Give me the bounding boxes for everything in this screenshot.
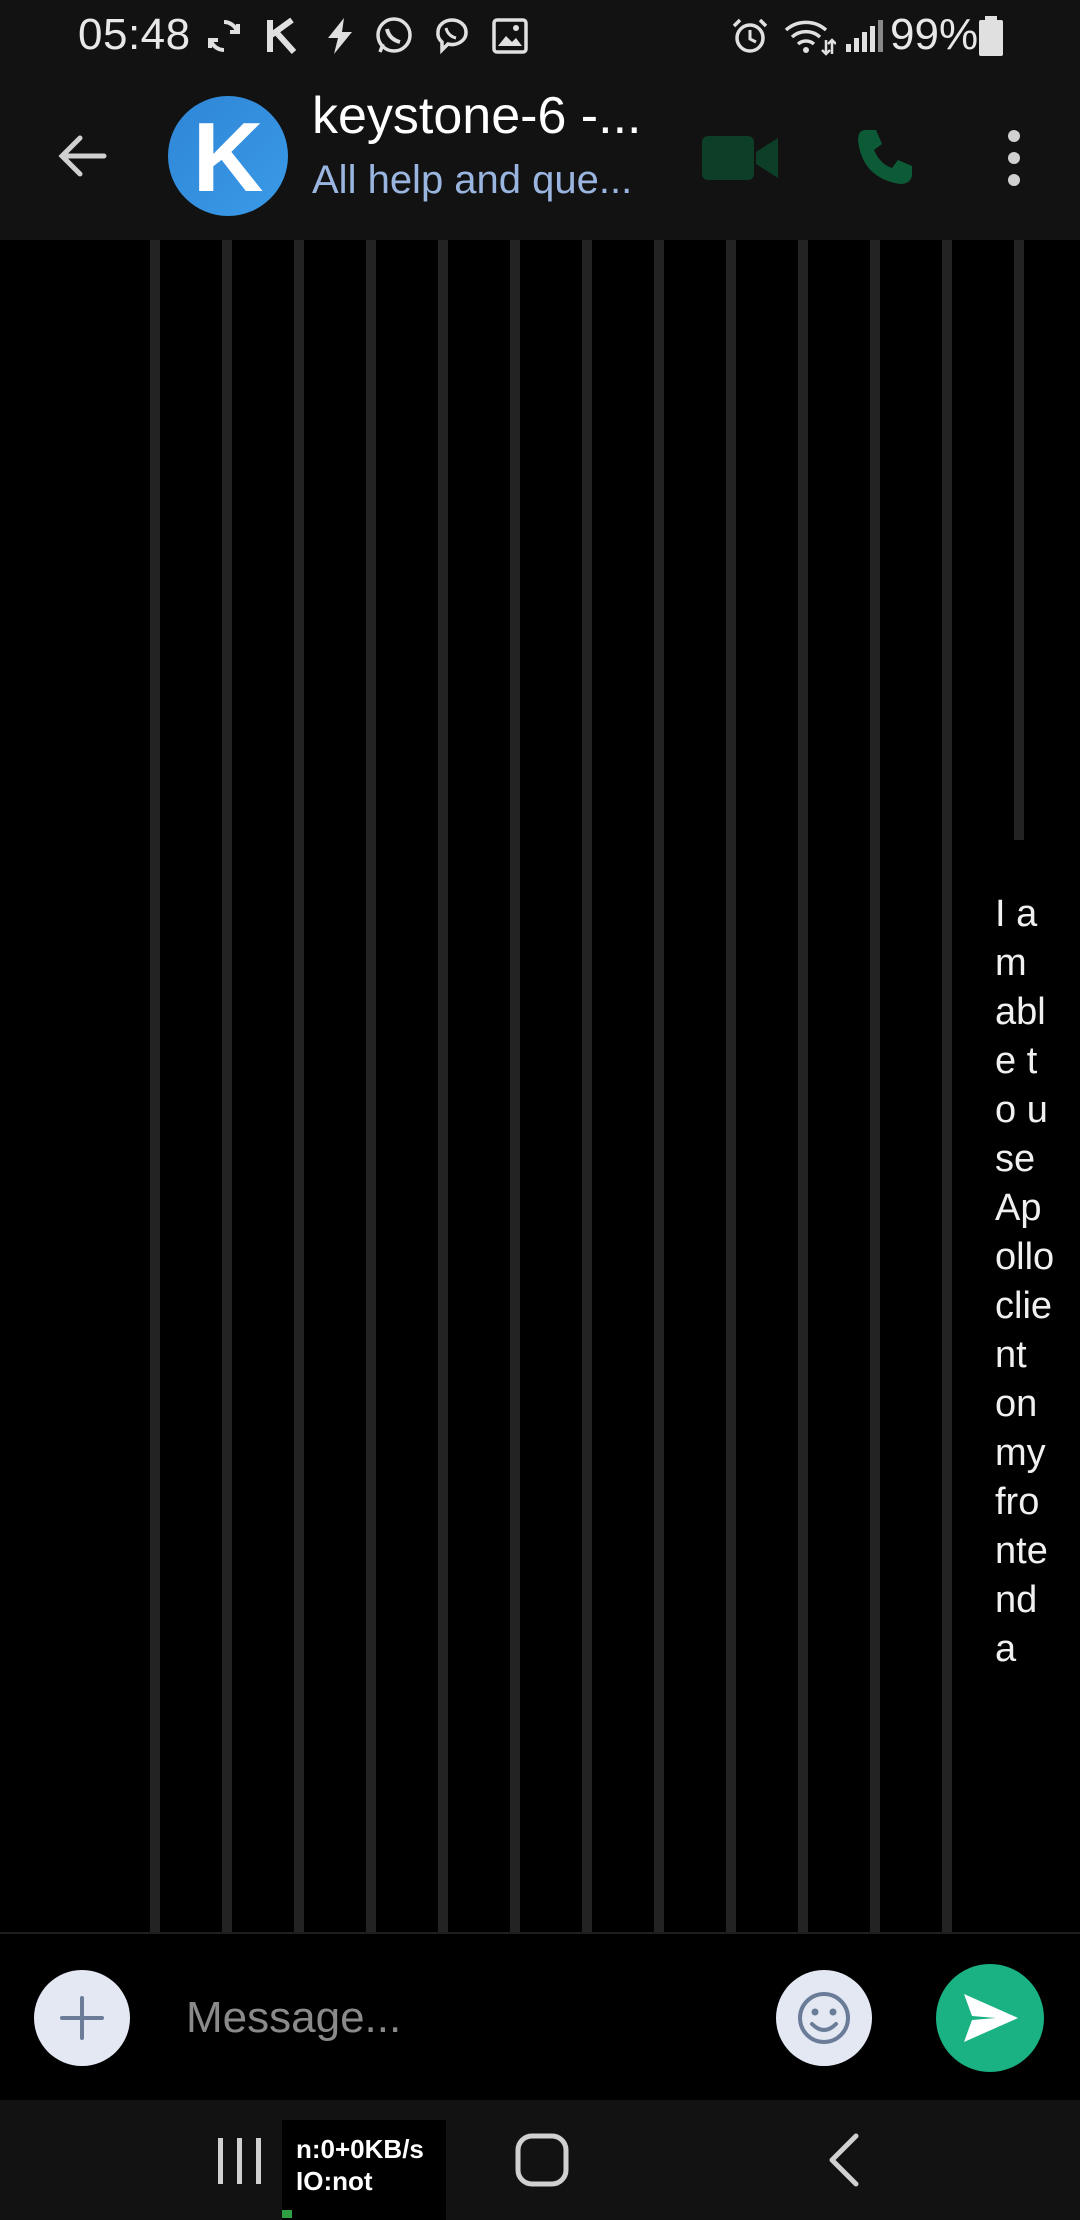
status-time: 05:48 (78, 10, 191, 59)
emoji-button[interactable] (776, 1970, 872, 2066)
message-column (1014, 240, 1024, 840)
back-icon[interactable] (824, 2132, 864, 2188)
avatar[interactable]: K (168, 96, 288, 216)
home-icon[interactable] (514, 2132, 570, 2188)
alarm-icon (732, 18, 768, 53)
whatsapp-icon (376, 17, 412, 53)
gallery-icon (492, 18, 528, 54)
message-column (582, 240, 592, 1932)
more-vert-icon[interactable] (996, 128, 1032, 188)
message-column (150, 240, 160, 1932)
net-speed-overlay: n:0+0KB/s IO:not (282, 2120, 446, 2220)
message-column (510, 240, 520, 1932)
add-attachment-button[interactable] (34, 1970, 130, 2066)
system-nav-bar: n:0+0KB/s IO:not (0, 2100, 1080, 2220)
signal-icon (846, 20, 883, 52)
chat-header: K keystone-6 -... All help and que... (0, 72, 1080, 240)
message-column (654, 240, 664, 1932)
k-app-icon (267, 17, 297, 55)
send-icon (964, 1994, 1018, 2042)
message-column (870, 240, 880, 1932)
message-column (366, 240, 376, 1932)
message-list[interactable]: I am able to use Apollo client on my fro… (0, 240, 1080, 1932)
viber-icon (436, 18, 468, 55)
avatar-letter: K (192, 102, 264, 212)
status-bar: 05:48 99% (0, 0, 1080, 72)
message-input[interactable] (186, 1978, 746, 2058)
wifi-icon (784, 20, 836, 56)
back-arrow-icon[interactable] (52, 124, 116, 188)
message-column (222, 240, 232, 1932)
flash-icon (328, 18, 352, 54)
net-badge (282, 2210, 292, 2218)
message-column (798, 240, 808, 1932)
sync-icon (208, 20, 240, 52)
chat-title[interactable]: keystone-6 -... (312, 86, 672, 146)
phone-icon[interactable] (852, 124, 918, 190)
emoji-icon (798, 1992, 850, 2044)
battery-percent: 99% (890, 10, 979, 59)
message-text: I am able to use Apollo client on my fro… (995, 893, 1055, 1670)
io-status-text: IO:not (296, 2166, 373, 2196)
message-column (942, 240, 952, 1932)
chat-subtitle[interactable]: All help and que... (312, 158, 672, 203)
battery-icon (979, 16, 1003, 56)
recent-apps-icon[interactable] (214, 2136, 266, 2186)
net-speed-text: n:0+0KB/s (296, 2134, 424, 2164)
message-column (294, 240, 304, 1932)
send-button[interactable] (936, 1964, 1044, 2072)
message-column (438, 240, 448, 1932)
message-column (726, 240, 736, 1932)
plus-icon (60, 1996, 104, 2040)
video-call-icon[interactable] (700, 130, 780, 186)
message-composer (0, 1932, 1080, 2100)
